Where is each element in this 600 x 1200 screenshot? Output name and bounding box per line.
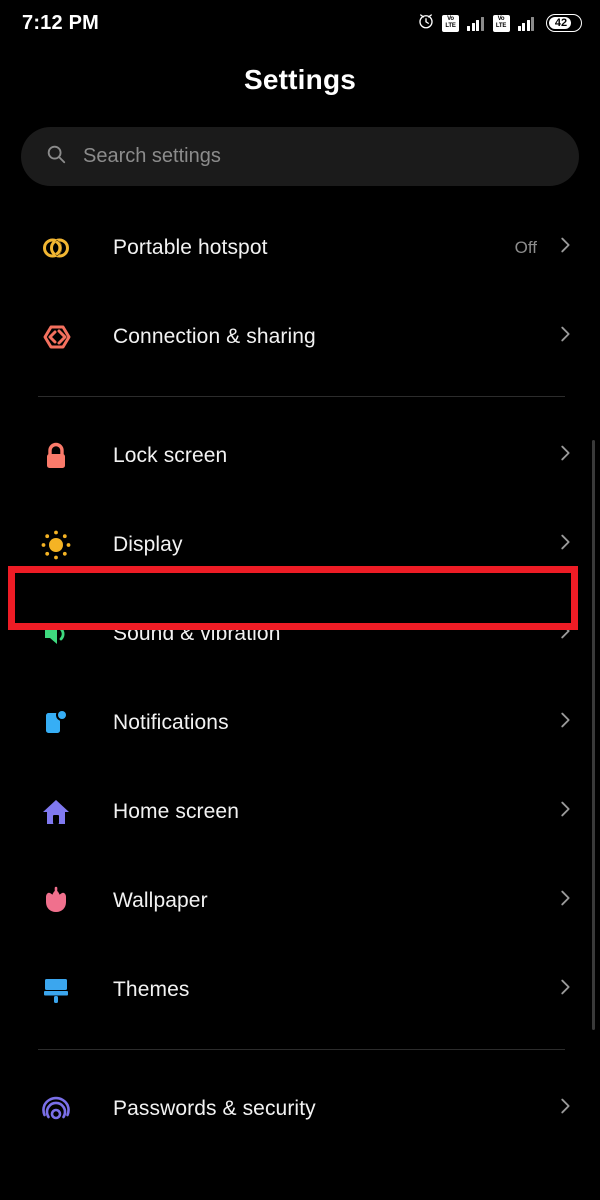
volte-icon-sim1: Vo LTE	[442, 14, 459, 32]
settings-row-label: Passwords & security	[113, 1096, 316, 1120]
settings-row-home-screen[interactable]: Home screen	[0, 767, 600, 856]
connection-sharing-icon	[34, 315, 78, 359]
volte-label-vo-sim2: Vo	[497, 15, 505, 22]
chevron-right-icon	[554, 1095, 576, 1122]
settings-row-label: Home screen	[113, 799, 239, 823]
settings-row-label: Lock screen	[113, 443, 228, 467]
chevron-right-icon	[554, 620, 576, 647]
settings-row-value: Off	[514, 237, 537, 257]
status-bar-clock: 7:12 PM	[22, 11, 99, 34]
settings-row-notifications[interactable]: Notifications	[0, 678, 600, 767]
signal-strength-icon-sim1	[467, 15, 484, 31]
settings-row-display[interactable]: Display	[0, 500, 600, 589]
settings-row-label: Display	[113, 532, 183, 556]
search-placeholder-text: Search settings	[83, 145, 221, 167]
battery-icon: 42	[546, 14, 582, 32]
fingerprint-icon	[34, 1087, 78, 1131]
settings-row-lock-screen[interactable]: Lock screen	[0, 411, 600, 500]
settings-row-wallpaper[interactable]: Wallpaper	[0, 856, 600, 945]
tulip-flower-icon	[34, 879, 78, 923]
volte-label-vo-sim1: Vo	[447, 15, 454, 22]
speaker-icon	[34, 612, 78, 656]
signal-strength-icon-sim2	[517, 15, 534, 31]
chevron-right-icon	[554, 442, 576, 469]
chevron-right-icon	[554, 531, 576, 558]
settings-row-portable-hotspot[interactable]: Portable hotspot Off	[0, 203, 600, 292]
status-bar-icons: Vo LTE Vo LTE 42	[417, 12, 582, 35]
hotspot-icon	[34, 226, 78, 270]
status-bar: 7:12 PM Vo LTE Vo LTE 42	[0, 0, 600, 46]
settings-row-label: Themes	[113, 977, 190, 1001]
vertical-scrollbar[interactable]	[592, 440, 595, 1030]
brightness-sun-icon	[34, 523, 78, 567]
notification-badge-icon	[34, 701, 78, 745]
settings-row-themes[interactable]: Themes	[0, 945, 600, 1034]
settings-row-passwords-security[interactable]: Passwords & security	[0, 1064, 600, 1153]
section-divider	[38, 1049, 565, 1050]
volte-icon-sim2: Vo LTE	[492, 14, 510, 32]
page-title: Settings	[243, 64, 357, 95]
settings-list[interactable]: Portable hotspot Off Connection & sharin…	[0, 186, 600, 1153]
chevron-right-icon	[554, 887, 576, 914]
chevron-right-icon	[554, 976, 576, 1003]
search-container: Search settings	[0, 96, 600, 186]
search-icon	[45, 143, 67, 170]
settings-row-label: Portable hotspot	[113, 235, 268, 259]
chevron-right-icon	[554, 709, 576, 736]
chevron-right-icon	[554, 323, 576, 350]
house-icon	[34, 790, 78, 834]
chevron-right-icon	[554, 798, 576, 825]
settings-row-label: Notifications	[113, 710, 229, 734]
volte-label-lte-sim1: LTE	[445, 23, 456, 29]
settings-row-label: Sound & vibration	[113, 621, 281, 645]
chevron-right-icon	[554, 234, 576, 261]
battery-percent-label: 42	[554, 17, 568, 29]
settings-row-connection-sharing[interactable]: Connection & sharing	[0, 292, 600, 381]
search-input[interactable]: Search settings	[21, 127, 579, 186]
paintbrush-icon	[34, 968, 78, 1012]
volte-label-lte-sim2: LTE	[495, 23, 507, 29]
settings-row-label: Wallpaper	[113, 888, 208, 912]
settings-row-label: Connection & sharing	[113, 324, 316, 348]
alarm-clock-icon	[417, 12, 435, 35]
section-divider	[38, 396, 565, 397]
settings-row-sound-vibration[interactable]: Sound & vibration	[0, 589, 600, 678]
lock-icon	[34, 434, 78, 478]
